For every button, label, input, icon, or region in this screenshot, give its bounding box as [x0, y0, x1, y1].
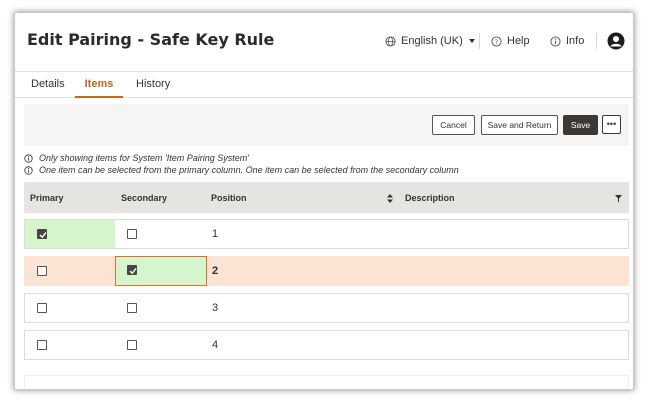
globe-icon	[385, 35, 396, 47]
question-circle-icon: ?	[491, 35, 502, 47]
checkmark-icon	[129, 268, 137, 275]
info-note-text: Only showing items for System 'Item Pair…	[39, 153, 250, 163]
primary-cell	[25, 220, 115, 248]
column-header-primary[interactable]: Primary	[30, 193, 64, 203]
filter-icon[interactable]	[615, 195, 622, 202]
position-value: 3	[212, 302, 219, 314]
tab-items[interactable]: Items	[75, 78, 123, 98]
table-row[interactable]: 3	[24, 293, 629, 323]
secondary-checkbox[interactable]	[127, 303, 137, 313]
tab-bar: Details Items History	[15, 72, 633, 98]
action-toolbar: Cancel Save and Return Save •••	[24, 104, 629, 146]
position-value: 2	[212, 265, 219, 277]
table-row[interactable]: 1	[24, 219, 629, 249]
primary-cell	[25, 331, 115, 359]
svg-text:?: ?	[495, 37, 498, 45]
table-header: Primary Secondary Position Description	[24, 182, 629, 213]
save-and-return-button[interactable]: Save and Return	[481, 115, 558, 135]
column-header-description[interactable]: Description	[405, 193, 455, 203]
info-link[interactable]: Info	[550, 35, 584, 47]
user-avatar-icon[interactable]	[607, 32, 625, 50]
header-divider	[596, 33, 597, 49]
chevron-down-icon	[468, 39, 475, 43]
tab-details[interactable]: Details	[31, 78, 65, 98]
table-row-partial	[24, 375, 629, 389]
secondary-cell	[115, 256, 207, 286]
secondary-cell	[115, 294, 207, 322]
more-options-button[interactable]: •••	[602, 115, 621, 134]
info-circle-icon	[550, 35, 561, 47]
header-divider	[479, 33, 480, 49]
position-value: 1	[212, 228, 219, 240]
tab-history[interactable]: History	[136, 78, 170, 98]
page-title: Edit Pairing - Safe Key Rule	[27, 30, 275, 49]
secondary-checkbox[interactable]	[127, 265, 137, 275]
info-label: Info	[566, 35, 585, 47]
checkmark-icon	[39, 232, 47, 239]
position-value: 4	[212, 339, 219, 351]
column-header-position[interactable]: Position	[211, 193, 247, 203]
language-label: English (UK)	[401, 35, 463, 47]
primary-checkbox[interactable]	[37, 266, 47, 276]
info-circle-icon	[24, 165, 33, 175]
secondary-checkbox[interactable]	[127, 229, 137, 239]
page-header: Edit Pairing - Safe Key Rule English (UK…	[15, 13, 633, 71]
primary-cell	[25, 257, 115, 285]
info-note: One item can be selected from the primar…	[24, 165, 459, 175]
table-row[interactable]: 2	[24, 256, 629, 286]
primary-checkbox[interactable]	[37, 303, 47, 313]
save-button[interactable]: Save	[563, 115, 598, 135]
secondary-cell	[115, 220, 207, 248]
primary-cell	[25, 294, 115, 322]
column-header-secondary[interactable]: Secondary	[121, 193, 167, 203]
info-note: Only showing items for System 'Item Pair…	[24, 153, 249, 163]
help-link[interactable]: ? Help	[491, 35, 530, 47]
info-circle-icon	[24, 153, 33, 163]
app-window: Edit Pairing - Safe Key Rule English (UK…	[14, 12, 634, 390]
help-label: Help	[507, 35, 530, 47]
more-dots-icon: •••	[606, 119, 617, 129]
table-row[interactable]: 4	[24, 330, 629, 360]
secondary-cell	[115, 331, 207, 359]
cancel-button[interactable]: Cancel	[432, 115, 475, 135]
secondary-checkbox[interactable]	[127, 340, 137, 350]
sort-icon[interactable]	[387, 194, 393, 203]
info-note-text: One item can be selected from the primar…	[39, 165, 459, 175]
language-selector[interactable]: English (UK)	[385, 35, 475, 47]
primary-checkbox[interactable]	[37, 340, 47, 350]
primary-checkbox[interactable]	[37, 229, 47, 239]
